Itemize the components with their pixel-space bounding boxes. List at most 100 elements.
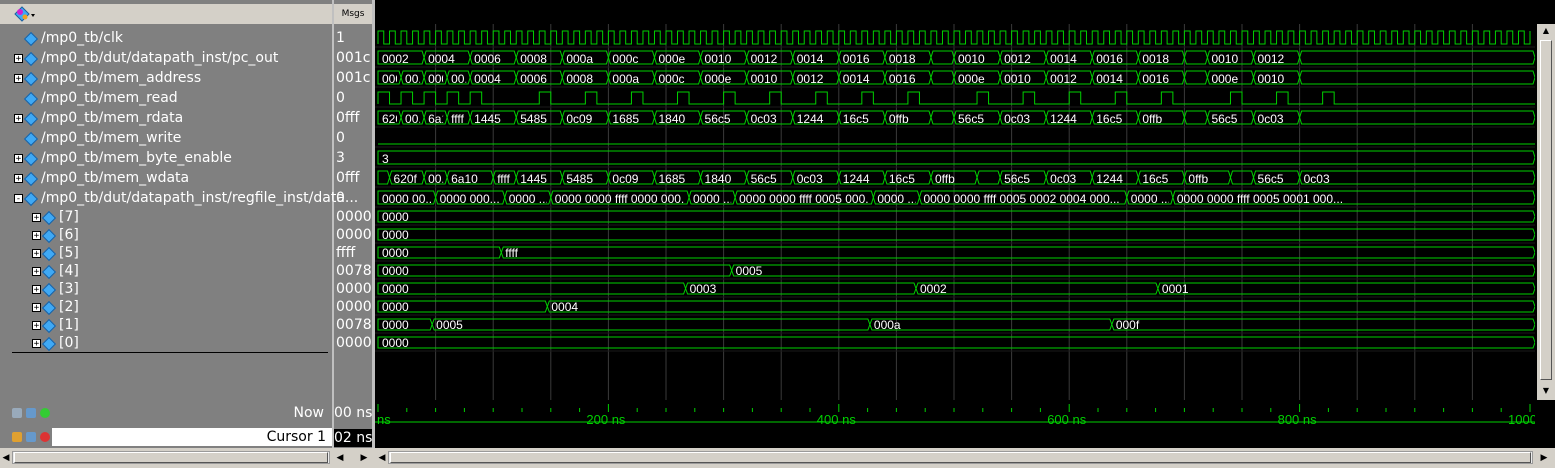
- signal-name: /mp0_tb/mem_wdata: [41, 170, 190, 186]
- signal-scroll-thumb[interactable]: [14, 452, 328, 463]
- signal-row[interactable]: + /mp0_tb/mem_address: [14, 68, 201, 88]
- mem-wdata-value-label: 1685: [658, 172, 685, 186]
- window-icon[interactable]: [26, 408, 36, 418]
- mem-address-value-label: 0016: [889, 72, 916, 86]
- vertical-scrollbar[interactable]: ▲ ▼: [1537, 24, 1555, 400]
- signal-icon: [24, 32, 36, 44]
- lock-icon[interactable]: [12, 432, 22, 442]
- pc-out-value-label: 0006: [474, 52, 501, 66]
- regfile-data-value-label: 0000 ...: [509, 192, 549, 206]
- regfile-data-value-label: 0000 ...: [1131, 192, 1171, 206]
- signal-msg-value: 0000: [336, 299, 372, 315]
- mem-wdata-value-label: 5485: [566, 172, 593, 186]
- signal-row[interactable]: + [2]: [32, 298, 79, 316]
- signal-row[interactable]: + [4]: [32, 262, 79, 280]
- mem-wdata-value-label: 1244: [1096, 172, 1123, 186]
- horizontal-scroll-bar[interactable]: ◀ ◀ ▶ ◀ ▶: [0, 448, 1555, 468]
- signal-msg-value: 0000: [336, 227, 372, 243]
- reg5-value-label: ffff: [505, 246, 518, 260]
- expand-icon[interactable]: +: [14, 53, 23, 63]
- expand-icon[interactable]: +: [32, 230, 41, 240]
- timeline-axis[interactable]: ns 200 ns 400 ns 600 ns 800 ns 1000 ns: [375, 400, 1535, 448]
- signal-row[interactable]: + [0]: [32, 334, 79, 352]
- mem-address-value-label: 0010: [1258, 72, 1285, 86]
- pc-out-value-label: 000a: [566, 52, 593, 66]
- zoom-icon[interactable]: [12, 408, 22, 418]
- now-label: Now: [293, 405, 325, 421]
- signal-msg-value: 0: [336, 90, 345, 106]
- mem-rdata-value-label: 1840: [658, 112, 685, 126]
- expand-icon[interactable]: +: [32, 320, 41, 330]
- pc-out-value-label: 0010: [1211, 52, 1238, 66]
- mem-rdata-value-label: 1445: [474, 112, 501, 126]
- msgs-column-header: Msgs: [334, 4, 372, 24]
- reg1-segment: [869, 318, 1113, 331]
- wave-scroll-thumb[interactable]: [390, 452, 1531, 463]
- vscroll-thumb[interactable]: [1540, 40, 1552, 380]
- mem-rdata-value-label: 5485: [520, 112, 547, 126]
- mem-wdata-value-label: 0c03: [1304, 172, 1330, 186]
- collapse-icon[interactable]: -: [14, 193, 23, 203]
- signal-msg-value: ffff: [336, 245, 356, 261]
- signal-icon: [24, 112, 36, 124]
- signal-row[interactable]: + [1]: [32, 316, 79, 334]
- signal-row[interactable]: + [3]: [32, 280, 79, 298]
- add-cursor-icon[interactable]: [40, 408, 50, 418]
- expand-icon[interactable]: +: [32, 284, 41, 294]
- signal-icon: [24, 132, 36, 144]
- signal-msg-value: 001c: [336, 70, 371, 86]
- cursor-name-field[interactable]: Cursor 1: [52, 428, 332, 446]
- signal-row[interactable]: + [6]: [32, 226, 79, 244]
- wrench-icon[interactable]: [26, 432, 36, 442]
- signal-name: [1]: [59, 317, 79, 333]
- signal-row[interactable]: - /mp0_tb/dut/datapath_inst/regfile_inst/…: [14, 188, 345, 208]
- expand-icon[interactable]: +: [14, 73, 23, 83]
- waveform-canvas[interactable]: 0002 0004 0006 0008 000a 000c 000e 0010 0012 0014…: [375, 24, 1535, 400]
- cursor-value: 02 ns: [334, 430, 373, 446]
- signal-row[interactable]: + /mp0_tb/dut/datapath_inst/pc_out: [14, 48, 278, 68]
- signal-row[interactable]: /mp0_tb/clk: [14, 28, 123, 48]
- signal-row[interactable]: + /mp0_tb/mem_byte_enable: [14, 148, 232, 168]
- reg1-value-label: 0005: [436, 318, 463, 332]
- expand-icon[interactable]: +: [32, 302, 41, 312]
- signal-msg-value: 0fff: [336, 170, 360, 186]
- wave-group-icon[interactable]: [14, 6, 35, 22]
- signal-msg-value: 0: [336, 130, 345, 146]
- signal-row[interactable]: + /mp0_tb/mem_rdata: [14, 108, 183, 128]
- mem-address-value-label: 000e: [705, 72, 732, 86]
- expand-icon[interactable]: +: [32, 212, 41, 222]
- signal-row[interactable]: + [7]: [32, 208, 79, 226]
- mem-address-value-label: 0008: [566, 72, 593, 86]
- expand-icon[interactable]: +: [32, 266, 41, 276]
- signal-row[interactable]: + [5]: [32, 244, 79, 262]
- reg3-value-label: 0003: [690, 282, 717, 296]
- signal-name: [4]: [59, 263, 79, 279]
- mem-read-wave: [377, 91, 1535, 105]
- ruler-tick-label: 400 ns: [817, 412, 857, 427]
- expand-icon[interactable]: +: [14, 153, 23, 163]
- pc-out-value-label: 0016: [1096, 52, 1123, 66]
- scroll-right-icon[interactable]: ▶: [358, 451, 370, 464]
- expand-icon[interactable]: +: [32, 338, 41, 348]
- mem-wdata-value-label: 0ffb: [1188, 172, 1208, 186]
- ruler-tick-label: 200 ns: [586, 412, 626, 427]
- signal-row[interactable]: + /mp0_tb/mem_wdata: [14, 168, 189, 188]
- signal-name: /mp0_tb/mem_address: [41, 70, 202, 86]
- pc-out-value-label: 0016: [843, 52, 870, 66]
- reg1-value-label: 0000: [382, 318, 409, 332]
- mem-address-value-label: 000c: [658, 72, 684, 86]
- expand-icon[interactable]: +: [14, 113, 23, 123]
- scroll-left-icon[interactable]: ◀: [0, 451, 12, 464]
- expand-icon[interactable]: +: [14, 173, 23, 183]
- expand-icon[interactable]: +: [32, 248, 41, 258]
- scroll-left-icon[interactable]: ◀: [334, 451, 346, 464]
- scroll-left-icon[interactable]: ◀: [376, 451, 388, 464]
- signal-row[interactable]: /mp0_tb/mem_write: [14, 128, 181, 148]
- pane-divider[interactable]: [332, 0, 334, 460]
- scroll-right-icon[interactable]: ▶: [1538, 451, 1550, 464]
- scroll-up-icon[interactable]: ▲: [1540, 26, 1552, 36]
- scroll-down-icon[interactable]: ▼: [1540, 386, 1552, 396]
- remove-cursor-icon[interactable]: [40, 432, 50, 442]
- signal-row[interactable]: /mp0_tb/mem_read: [14, 88, 178, 108]
- pc-out-value-label: 0012: [1258, 52, 1285, 66]
